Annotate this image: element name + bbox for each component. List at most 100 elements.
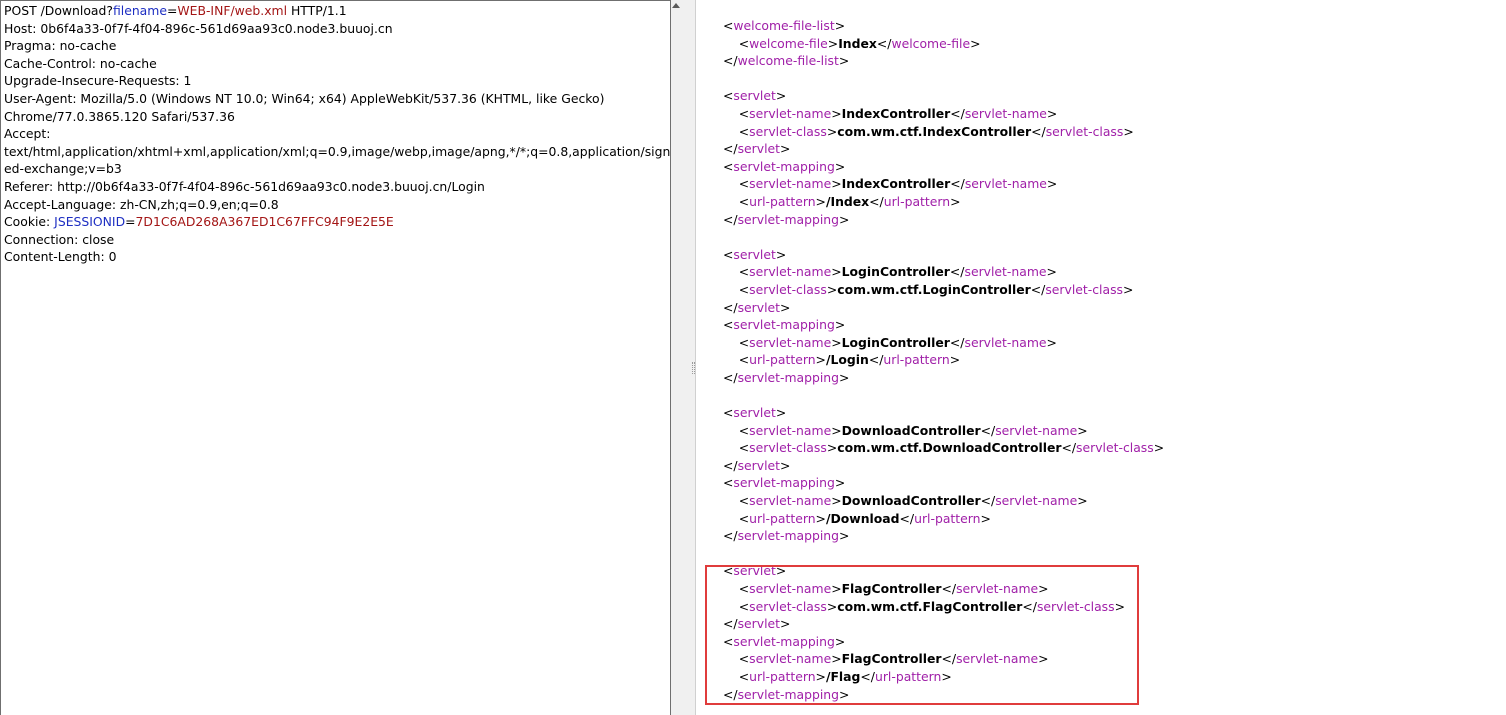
xml-line: </welcome-file-list> [723,52,1164,70]
xml-bracket: < [738,493,750,509]
request-line: Cookie: JSESSIONID=7D1C6AD268A367ED1C67F… [4,213,666,231]
request-text-segment: text/html,application/xhtml+xml,applicat… [4,143,671,159]
xml-line: <servlet-name>DownloadController</servle… [723,492,1164,510]
xml-bracket: > [826,281,838,297]
xml-bracket: < [738,581,750,596]
xml-line: <url-pattern>/Login</url-pattern> [723,351,1164,369]
xml-tag-name: url-pattern [749,352,816,368]
request-text-segment: User-Agent: Mozilla/5.0 (Windows NT 10.0… [4,90,605,106]
xml-value: com.wm.ctf.IndexController [837,123,1032,139]
xml-bracket: > [1153,440,1165,456]
xml-tag-name: servlet-name [956,581,1039,596]
xml-bracket: < [723,633,734,649]
request-line: Referer: http://0b6f4a33-0f7f-4f04-896c-… [4,178,666,196]
xml-bracket: > [1077,422,1088,438]
xml-bracket: > [826,123,838,139]
xml-bracket: > [834,475,846,491]
xml-tag-name: servlet [733,405,776,421]
xml-bracket: </ [941,581,957,596]
xml-bracket: > [815,352,826,368]
xml-bracket: < [738,668,750,684]
xml-value: IndexController [841,176,951,192]
xml-bracket: < [723,158,734,174]
xml-bracket: </ [1031,123,1046,139]
xml-tag-name: url-pattern [749,193,816,209]
xml-bracket: > [831,493,842,509]
xml-line: <servlet-name>IndexController</servlet-n… [723,105,1164,123]
xml-value: FlagController [841,651,942,667]
xml-line: </servlet-mapping> [723,369,1164,387]
xml-bracket: > [839,686,850,702]
request-text-segment: HTTP/1.1 [287,3,347,18]
request-text[interactable]: POST /Download?filename=WEB-INF/web.xml … [4,2,670,266]
xml-bracket: > [831,264,842,280]
xml-line: <servlet> [723,87,1164,105]
xml-bracket: > [780,299,791,315]
xml-tag-name: servlet-class [1036,598,1115,614]
xml-bracket: > [815,668,826,684]
xml-tag-name: servlet-name [956,651,1039,667]
xml-tag-name: servlet [737,141,780,157]
request-text-segment: ed-exchange;v=b3 [4,161,122,177]
xml-tag-name: servlet-name [749,334,832,350]
xml-tag-name: servlet-name [749,422,832,438]
xml-tag-name: url-pattern [874,668,942,684]
xml-line: <servlet-name>DownloadController</servle… [723,422,1164,440]
response-pane[interactable]: <welcome-file-list> <welcome-file>Index<… [695,0,1506,715]
xml-tag-name: servlet-mapping [733,317,835,333]
xml-tag-name: url-pattern [749,510,816,526]
request-pane[interactable]: POST /Download?filename=WEB-INF/web.xml … [0,0,671,715]
xml-bracket: > [815,510,826,526]
xml-bracket: </ [860,668,875,684]
xml-value: /Download [825,510,900,526]
pane-splitter[interactable] [671,0,695,715]
xml-bracket: < [723,563,734,579]
xml-line: </servlet> [723,615,1164,633]
xml-line: <servlet> [723,246,1164,264]
xml-bracket: < [738,35,750,51]
xml-line: </servlet-mapping> [723,686,1164,704]
xml-tag-name: servlet-name [995,493,1078,509]
xml-tag-name: servlet-class [749,440,827,456]
xml-bracket: > [1038,581,1049,596]
xml-bracket: < [738,598,750,614]
xml-bracket: </ [1061,440,1077,456]
xml-bracket: > [834,18,846,33]
xml-value: DownloadController [841,493,981,509]
xml-bracket: < [738,264,750,280]
xml-value: /Flag [825,668,861,684]
xml-line: <servlet-class>com.wm.ctf.FlagController… [723,598,1164,616]
xml-line: <servlet-class>com.wm.ctf.IndexControlle… [723,123,1164,141]
request-text-segment: Upgrade-Insecure-Requests: 1 [4,73,192,89]
xml-tag-name: url-pattern [749,668,816,684]
xml-bracket: > [826,598,838,614]
xml-bracket: </ [723,457,738,473]
xml-line: <servlet-mapping> [723,158,1164,176]
xml-tag-name: welcome-file [749,35,828,51]
xml-bracket: < [738,510,750,526]
xml-tag-name: servlet-name [995,422,1078,438]
xml-blank-line [723,545,1164,563]
xml-line: <servlet-name>FlagController</servlet-na… [723,650,1164,668]
xml-bracket: </ [723,211,738,227]
xml-bracket: < [738,123,750,139]
xml-line: <welcome-file>Index</welcome-file> [723,35,1164,53]
xml-bracket: > [780,457,791,473]
request-line: Content-Length: 0 [4,248,666,266]
response-xml[interactable]: <welcome-file-list> <welcome-file>Index<… [723,17,1164,703]
xml-bracket: > [827,35,839,51]
scroll-up-arrow-icon[interactable] [672,3,680,8]
xml-value: com.wm.ctf.DownloadController [837,440,1062,456]
xml-bracket: > [831,422,842,438]
request-line: Pragma: no-cache [4,37,666,55]
xml-line: <welcome-file-list> [723,17,1164,35]
request-text-segment: Accept: [4,126,51,142]
xml-bracket: </ [723,616,738,632]
xml-tag-name: servlet-name [964,264,1047,280]
request-line: Connection: close [4,231,666,249]
xml-bracket: </ [949,334,965,350]
xml-blank-line [723,70,1164,88]
request-text-segment: Referer: http://0b6f4a33-0f7f-4f04-896c-… [4,178,485,194]
xml-tag-name: welcome-file-list [737,53,839,69]
xml-line: <servlet-name>FlagController</servlet-na… [723,580,1164,598]
